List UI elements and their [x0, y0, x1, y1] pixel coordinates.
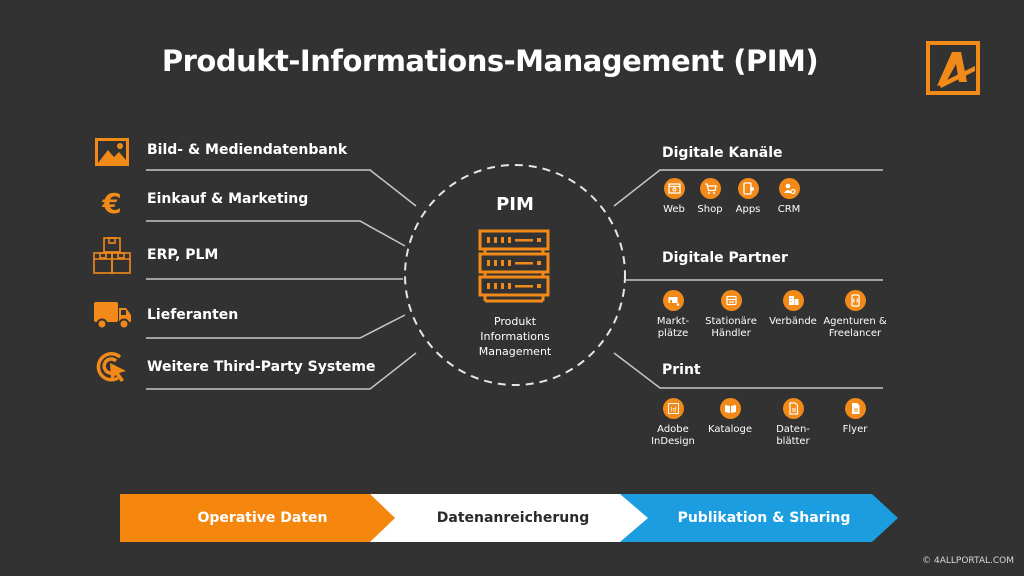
channel-crm: CRM [754, 178, 824, 216]
euro-icon: € [101, 187, 121, 220]
connector-line [146, 220, 406, 247]
pim-subtitle: Produkt Informations Management [455, 314, 575, 359]
channel-label: Agenturen & Freelancer [823, 316, 887, 339]
output-heading: Print [662, 362, 701, 378]
datasheet-icon [788, 402, 798, 415]
channel-label: Daten- blätter [776, 424, 810, 447]
channel-label: Kataloge [708, 424, 752, 435]
process-step-operative-daten: Operative Daten [120, 494, 395, 542]
process-step-publikation-sharing: Publikation & Sharing [620, 494, 898, 542]
pim-subtitle-line: Informations [480, 330, 550, 343]
marketplace-icon [668, 297, 679, 306]
channel-label: Verbände [769, 316, 817, 327]
device-code-icon [850, 294, 860, 307]
svg-text:€: € [101, 187, 121, 220]
process-step-datenanreicherung: Datenanreicherung [368, 494, 648, 542]
open-book-icon [724, 405, 736, 413]
indesign-icon: Id [667, 403, 679, 414]
pim-title: PIM [496, 194, 534, 215]
source-label: ERP, PLM [147, 247, 219, 263]
svg-text:Id: Id [670, 407, 676, 414]
channel-stationaere-haendler: Stationäre Händler [696, 290, 766, 340]
channel-label: Stationäre Händler [705, 316, 757, 339]
channel-agenturen-freelancer: Agenturen & Freelancer [820, 290, 890, 340]
channel-datenblaetter: Daten- blätter [758, 398, 828, 448]
channel-verbaende: Verbände [758, 290, 828, 328]
connector-line [613, 352, 883, 389]
channel-label: Flyer [842, 424, 868, 435]
buildings-icon [788, 296, 798, 305]
channel-label: CRM [777, 204, 801, 215]
mobile-app-icon [742, 182, 754, 195]
boxes-icon [93, 237, 131, 274]
image-icon [95, 138, 129, 166]
flyer-icon [851, 403, 859, 414]
process-step-label: Publikation & Sharing [677, 510, 851, 526]
target-cursor-icon [96, 352, 126, 382]
store-icon [725, 295, 737, 306]
source-label: Lieferanten [147, 307, 239, 323]
process-step-label: Operative Daten [197, 510, 328, 526]
channel-flyer: Flyer [820, 398, 890, 436]
user-gear-icon [783, 183, 796, 195]
truck-icon [94, 302, 131, 330]
copyright-notice: © 4ALLPORTAL.COM [922, 556, 1014, 566]
server-icon [478, 229, 550, 303]
source-label: Einkauf & Marketing [147, 191, 309, 207]
pim-subtitle-line: Management [478, 345, 552, 358]
output-heading: Digitale Kanäle [662, 145, 783, 161]
source-label: Weitere Third-Party Systeme [147, 359, 376, 375]
pim-subtitle-line: Produkt [493, 315, 537, 328]
output-heading: Digitale Partner [662, 250, 788, 266]
process-step-label: Datenanreicherung [436, 510, 590, 526]
source-label: Bild- & Mediendatenbank [147, 142, 348, 158]
channel-kataloge: Kataloge [695, 398, 765, 436]
